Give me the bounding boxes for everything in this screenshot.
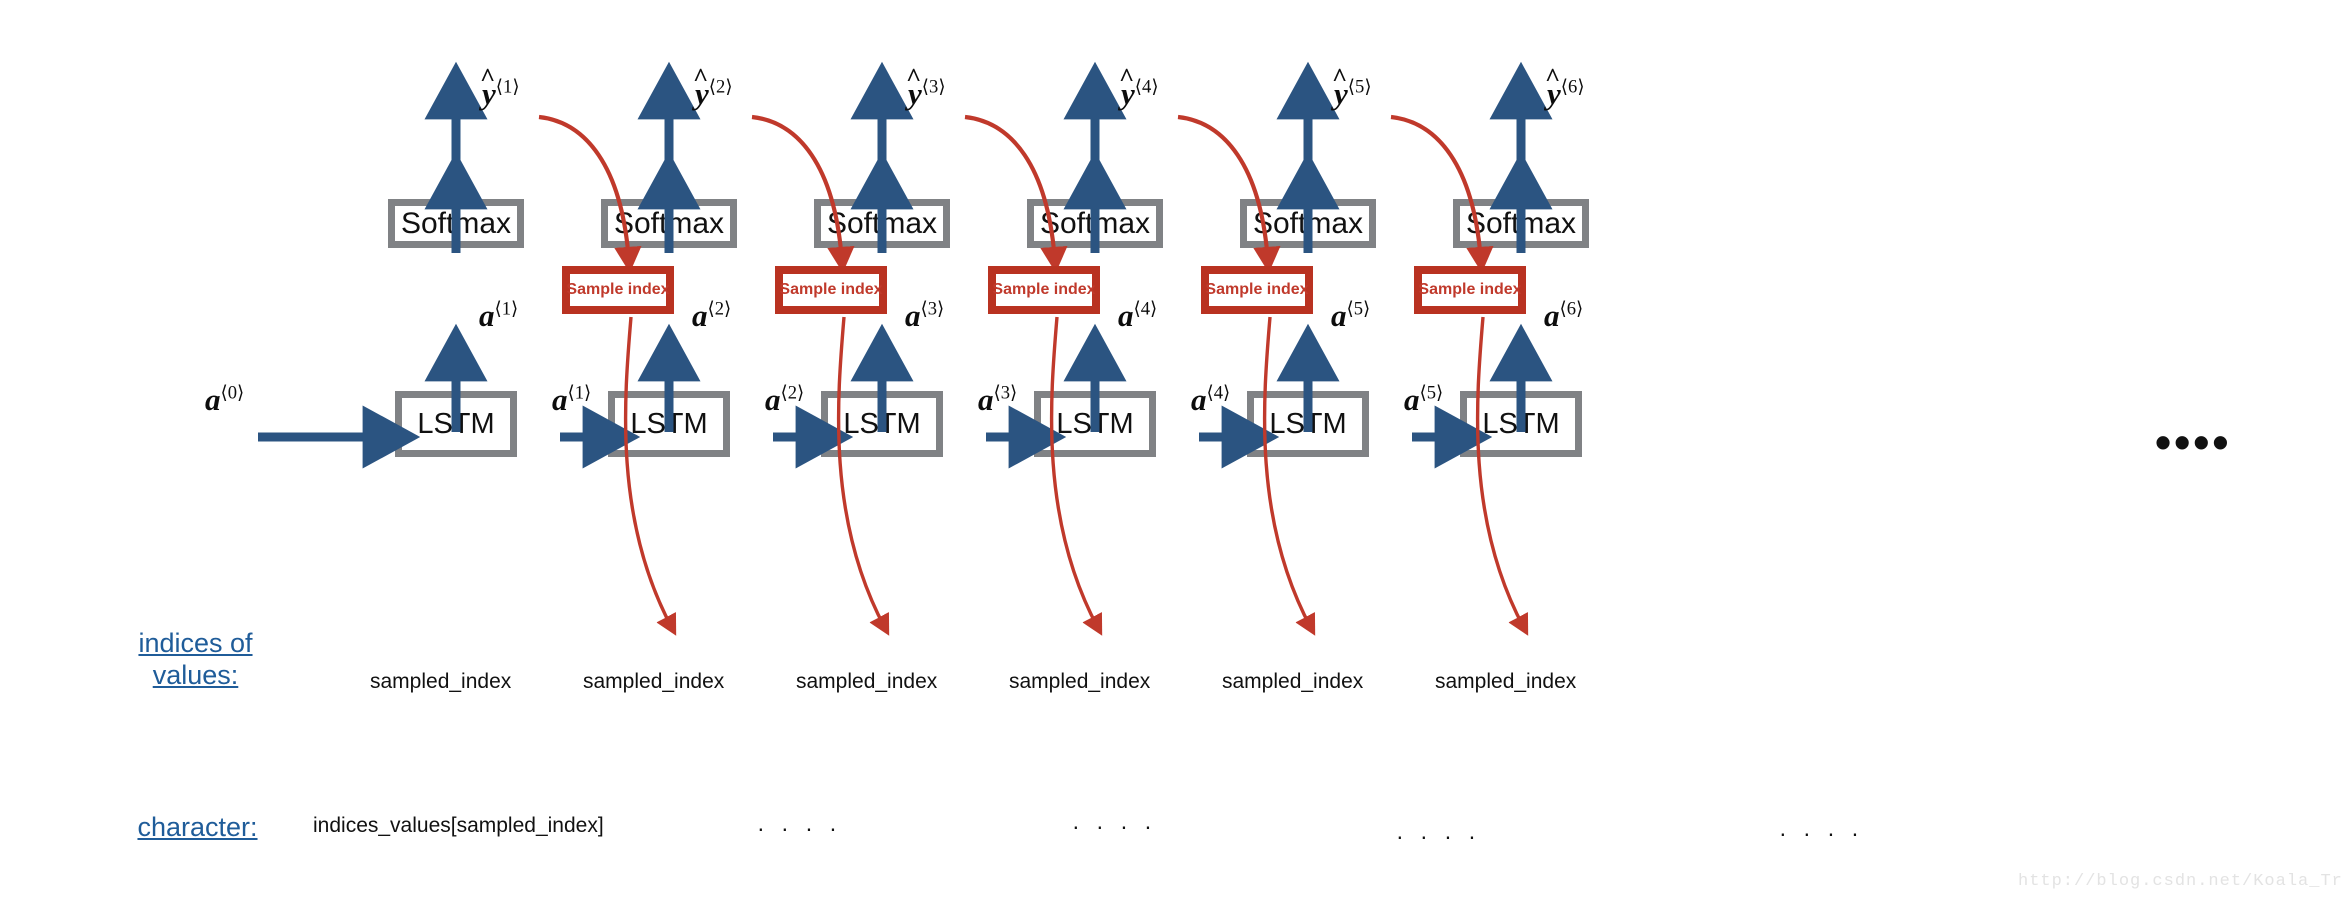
a-superscript: ⟨1⟩ <box>494 298 519 320</box>
a-symbol: a <box>479 298 495 333</box>
sample-index-box-2[interactable]: Sample index <box>775 266 887 314</box>
y-hat-superscript: ⟨1⟩ <box>495 76 520 98</box>
a-recurrent-label-5: a⟨5⟩ <box>1404 382 1443 418</box>
y-hat-label-3: ^ y⟨3⟩ <box>905 62 946 111</box>
a-superscript: ⟨4⟩ <box>1206 382 1231 404</box>
a-superscript: ⟨1⟩ <box>567 382 592 404</box>
sample-index-box-3[interactable]: Sample index <box>988 266 1100 314</box>
yhat-to-sample-curve-2 <box>751 114 855 273</box>
a-recurrent-label-1: a⟨1⟩ <box>552 382 591 418</box>
yhat-to-sample-curve-4 <box>1177 114 1281 273</box>
sample-to-index-curve-1 <box>623 316 677 636</box>
sample-index-label: Sample index <box>1418 281 1522 298</box>
sample-index-label: Sample index <box>992 281 1096 298</box>
a-activation-label-4: a⟨4⟩ <box>1118 298 1157 334</box>
a-recurrent-label-4: a⟨4⟩ <box>1191 382 1230 418</box>
y-hat-label-4: ^ y⟨4⟩ <box>1118 62 1159 111</box>
a-activation-label-1: a⟨1⟩ <box>479 298 518 334</box>
a-recurrent-label-2: a⟨2⟩ <box>765 382 804 418</box>
y-hat-superscript: ⟨2⟩ <box>708 76 733 98</box>
a-superscript: ⟨2⟩ <box>780 382 805 404</box>
a-symbol: a <box>765 382 781 417</box>
a-recurrent-label-3: a⟨3⟩ <box>978 382 1017 418</box>
a-symbol: a <box>978 382 994 417</box>
sample-to-index-curve-3 <box>1049 316 1103 636</box>
a-activation-label-3: a⟨3⟩ <box>905 298 944 334</box>
sample-index-box-4[interactable]: Sample index <box>1201 266 1313 314</box>
a-symbol: a <box>1404 382 1420 417</box>
y-hat-superscript: ⟨6⟩ <box>1560 76 1585 98</box>
yhat-to-sample-curve-1 <box>538 114 642 273</box>
a-symbol: a <box>905 298 921 333</box>
a-superscript: ⟨3⟩ <box>993 382 1018 404</box>
sample-to-index-curve-2 <box>836 316 890 636</box>
a-symbol: a <box>1331 298 1347 333</box>
sample-to-index-curve-4 <box>1262 316 1316 636</box>
a-superscript: ⟨5⟩ <box>1346 298 1371 320</box>
sample-index-label: Sample index <box>1205 281 1309 298</box>
yhat-to-sample-curve-5 <box>1390 114 1494 273</box>
yhat-to-sample-curve-3 <box>964 114 1068 273</box>
y-hat-label-5: ^ y⟨5⟩ <box>1331 62 1372 111</box>
a-activation-label-5: a⟨5⟩ <box>1331 298 1370 334</box>
a-activation-label-6: a⟨6⟩ <box>1544 298 1583 334</box>
a-symbol: a <box>1191 382 1207 417</box>
a-superscript: ⟨5⟩ <box>1419 382 1444 404</box>
a-symbol: a <box>1544 298 1560 333</box>
red-sampling-path-layer <box>538 114 1529 636</box>
diagram-canvas: Softmax Softmax Softmax Softmax Softmax … <box>0 0 2342 906</box>
y-hat-superscript: ⟨5⟩ <box>1347 76 1372 98</box>
a-superscript: ⟨6⟩ <box>1559 298 1584 320</box>
sample-index-box-5[interactable]: Sample index <box>1414 266 1526 314</box>
y-hat-superscript: ⟨4⟩ <box>1134 76 1159 98</box>
a-superscript: ⟨0⟩ <box>220 382 245 404</box>
sample-index-box-1[interactable]: Sample index <box>562 266 674 314</box>
a-superscript: ⟨2⟩ <box>707 298 732 320</box>
a-symbol: a <box>1118 298 1134 333</box>
sample-index-label: Sample index <box>779 281 883 298</box>
y-hat-label-6: ^ y⟨6⟩ <box>1544 62 1585 111</box>
a-symbol: a <box>692 298 708 333</box>
a-superscript: ⟨3⟩ <box>920 298 945 320</box>
a-symbol: a <box>205 382 221 417</box>
y-hat-label-1: ^ y⟨1⟩ <box>479 62 520 111</box>
a-initial-state-label: a⟨0⟩ <box>205 382 244 418</box>
sample-to-index-curve-5 <box>1475 316 1529 636</box>
a-activation-label-2: a⟨2⟩ <box>692 298 731 334</box>
a-superscript: ⟨4⟩ <box>1133 298 1158 320</box>
y-hat-superscript: ⟨3⟩ <box>921 76 946 98</box>
sample-index-label: Sample index <box>566 281 670 298</box>
a-symbol: a <box>552 382 568 417</box>
y-hat-label-2: ^ y⟨2⟩ <box>692 62 733 111</box>
